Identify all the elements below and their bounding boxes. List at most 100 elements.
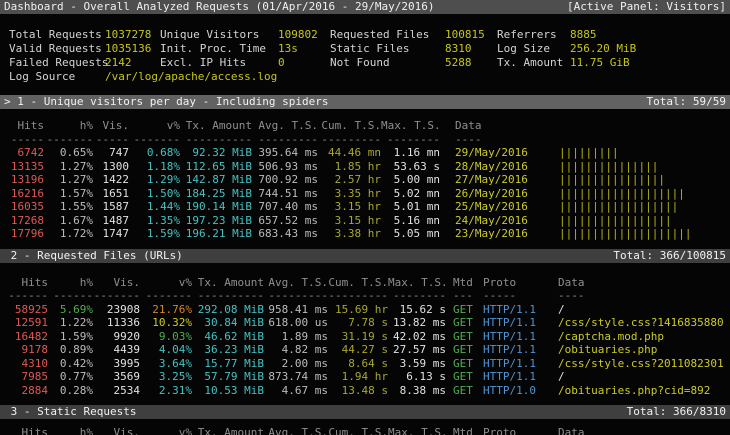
max-ts-cell: 15.62 s xyxy=(388,303,446,317)
separator-dashes: --------- xyxy=(328,289,388,303)
summary-label: Unique Visitors xyxy=(160,28,278,42)
summary-label: Not Found xyxy=(330,56,445,70)
vpct-column-header: v% xyxy=(140,276,192,290)
hits-bar: ||||||||| xyxy=(559,146,619,160)
cum-ts-cell: 13.48 s xyxy=(328,384,388,398)
table-row[interactable]: 131351.27%13001.18%112.65 MiB506.93 ms1.… xyxy=(0,160,730,174)
hits-percent-cell: 0.65% xyxy=(44,146,93,160)
data-column-header: Data xyxy=(558,426,585,435)
summary-value: 109802 xyxy=(278,28,330,42)
table-row[interactable]: 43100.42%39953.64%15.77 MiB2.00 ms8.64 s… xyxy=(0,357,730,371)
visitors-cell: 2534 xyxy=(93,384,140,398)
table-row[interactable]: 91780.89%44394.04%36.23 MiB4.82 ms44.27 … xyxy=(0,343,730,357)
visitors-percent-cell: 1.35% xyxy=(129,214,180,228)
avg-ts-cell: 4.82 ms xyxy=(264,343,328,357)
max-ts-cell: 3.59 ms xyxy=(388,357,446,371)
summary-label: Excl. IP Hits xyxy=(160,56,278,70)
header-separator: ----------------------------------------… xyxy=(0,289,730,303)
cum-ts-cell: 3.35 hr xyxy=(318,187,381,201)
hits-percent-cell: 0.28% xyxy=(48,384,93,398)
url-cell: / xyxy=(558,370,565,384)
table-column-headers: Hitsh%Vis.v%Tx. AmountAvg. T.S.Cum. T.S.… xyxy=(0,276,730,290)
summary-value: 256.20 MiB xyxy=(570,42,636,56)
separator-dashes: ------ xyxy=(48,289,93,303)
proto-column-header: Proto xyxy=(483,426,558,435)
hpct-column-header: h% xyxy=(48,276,93,290)
hpct-column-header: h% xyxy=(44,119,93,133)
separator-dashes: ---------- xyxy=(192,289,264,303)
visitors-cell: 11336 xyxy=(93,316,140,330)
tx-column-header: Tx. Amount xyxy=(192,426,264,435)
panel-total: Total: 59/59 xyxy=(647,95,726,109)
tx-amount-cell: 10.53 MiB xyxy=(192,384,264,398)
table-row[interactable]: 125911.22%1133610.32%30.84 MiB618.00 us7… xyxy=(0,316,730,330)
separator-dashes: --------- xyxy=(264,289,328,303)
vis-column-header: Vis. xyxy=(93,426,140,435)
date-cell: 25/May/2016 xyxy=(455,200,559,214)
visitors-percent-cell: 1.44% xyxy=(129,200,180,214)
tx-amount-cell: 57.79 MiB xyxy=(192,370,264,384)
cum-ts-cell: 3.15 hr xyxy=(318,214,381,228)
url-cell: /captcha.mod.php xyxy=(558,330,664,344)
visitors-percent-cell: 3.64% xyxy=(140,357,192,371)
visitors-cell: 1422 xyxy=(93,173,129,187)
cum-ts-cell: 3.15 hr xyxy=(318,200,381,214)
max-ts-cell: 6.13 s xyxy=(388,370,446,384)
tx-amount-cell: 92.32 MiB xyxy=(180,146,252,160)
hits-percent-cell: 0.89% xyxy=(48,343,93,357)
hits-column-header: Hits xyxy=(8,119,44,133)
max-column-header: Max. T.S. xyxy=(388,276,446,290)
table-row[interactable]: 131961.27%14221.29%142.87 MiB700.92 ms2.… xyxy=(0,173,730,187)
hits-cell: 13135 xyxy=(8,160,44,174)
cum-ts-cell: 3.38 hr xyxy=(318,227,381,241)
tx-amount-cell: 15.77 MiB xyxy=(192,357,264,371)
separator-dashes: ------ xyxy=(8,289,48,303)
tx-amount-cell: 30.84 MiB xyxy=(192,316,264,330)
visitors-cell: 4439 xyxy=(93,343,140,357)
method-cell: GET xyxy=(453,330,483,344)
visitors-cell: 747 xyxy=(93,146,129,160)
table-row[interactable]: 172681.67%14871.35%197.23 MiB657.52 ms3.… xyxy=(0,214,730,228)
separator-dashes: --- xyxy=(453,289,483,303)
summary-label: Failed Requests xyxy=(9,56,105,70)
panel-header-unique-visitors[interactable]: > 1 - Unique visitors per day - Includin… xyxy=(0,95,730,109)
avg-ts-cell: 657.52 ms xyxy=(252,214,318,228)
panel-header-requested-files[interactable]: 2 - Requested Files (URLs) Total: 366/10… xyxy=(0,249,730,263)
table-row[interactable]: 79850.77%35693.25%57.79 MiB873.74 ms1.94… xyxy=(0,370,730,384)
panel-total: Total: 366/8310 xyxy=(627,405,726,419)
panel-header-static-requests[interactable]: 3 - Static Requests Total: 366/8310 xyxy=(0,405,730,419)
table-row[interactable]: 28840.28%25342.31%10.53 MiB4.67 ms13.48 … xyxy=(0,384,730,398)
tx-column-header: Tx. Amount xyxy=(192,276,264,290)
separator-dashes: ---- xyxy=(455,133,559,147)
separator-dashes: ---------- xyxy=(180,133,252,147)
hits-percent-cell: 1.67% xyxy=(44,214,93,228)
tx-amount-cell: 112.65 MiB xyxy=(180,160,252,174)
table-row[interactable]: 589255.69%2390821.76%292.08 MiB958.41 ms… xyxy=(0,303,730,317)
table-row[interactable]: 177961.72%17471.59%196.21 MiB683.43 ms3.… xyxy=(0,227,730,241)
separator-dashes: ------- xyxy=(140,289,192,303)
summary-label: Log Source xyxy=(9,70,105,84)
table-row[interactable]: 162161.57%16511.50%184.25 MiB744.51 ms3.… xyxy=(0,187,730,201)
summary-label: Referrers xyxy=(497,28,570,42)
hits-bar: ||||||||||||||||||| xyxy=(559,187,685,201)
avg-ts-cell: 506.93 ms xyxy=(252,160,318,174)
summary-label: Tx. Amount xyxy=(497,56,570,70)
hits-cell: 58925 xyxy=(8,303,48,317)
table-row[interactable]: 67420.65%7470.68%92.32 MiB395.64 ms44.46… xyxy=(0,146,730,160)
max-column-header: Max. T.S. xyxy=(388,426,446,435)
dashboard-title: Dashboard - Overall Analyzed Requests (0… xyxy=(4,0,434,14)
hits-percent-cell: 1.55% xyxy=(44,200,93,214)
table-row[interactable]: 160351.55%15871.44%190.14 MiB707.40 ms3.… xyxy=(0,200,730,214)
date-cell: 29/May/2016 xyxy=(455,146,559,160)
hits-percent-cell: 1.57% xyxy=(44,187,93,201)
date-cell: 23/May/2016 xyxy=(455,227,559,241)
hits-bar: |||||||||||||||||||| xyxy=(559,227,691,241)
protocol-cell: HTTP/1.0 xyxy=(483,384,558,398)
tx-amount-cell: 196.21 MiB xyxy=(180,227,252,241)
max-ts-cell: 5.00 mn xyxy=(381,173,440,187)
avg-ts-cell: 958.41 ms xyxy=(264,303,328,317)
visitors-cell: 3569 xyxy=(93,370,140,384)
protocol-cell: HTTP/1.1 xyxy=(483,357,558,371)
table-row[interactable]: 164821.59%99209.03%46.62 MiB1.89 ms31.19… xyxy=(0,330,730,344)
url-cell: /obituaries.php xyxy=(558,343,657,357)
